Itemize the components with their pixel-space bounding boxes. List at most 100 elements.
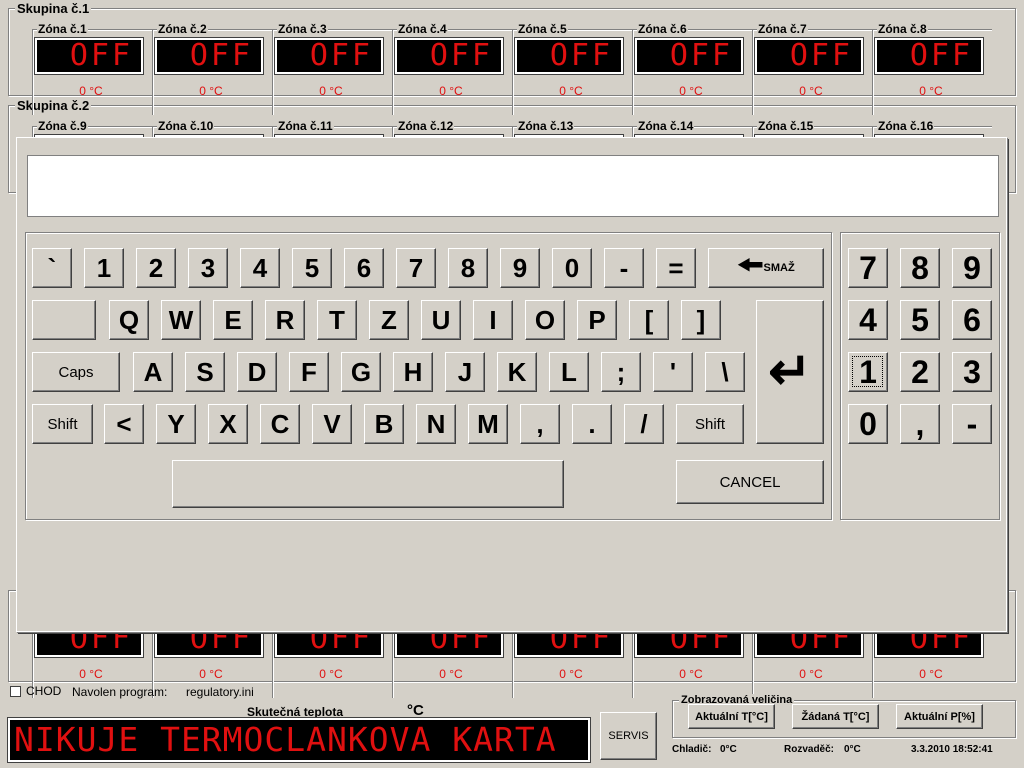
key[interactable]: Q	[109, 300, 149, 340]
key[interactable]: K	[497, 352, 537, 392]
set-temp-button[interactable]: Žádaná T[°C]	[792, 704, 879, 729]
key[interactable]: L	[549, 352, 589, 392]
numpad-key[interactable]: 0	[848, 404, 888, 444]
zone-title: Zóna č.16	[877, 119, 935, 133]
key[interactable]: A	[133, 352, 173, 392]
zone-temperature: 0 °C	[439, 84, 463, 98]
key[interactable]: B	[364, 404, 404, 444]
key[interactable]: S	[185, 352, 225, 392]
zone: Zóna č.7 OFF 0 °C	[752, 22, 872, 115]
key[interactable]: U	[421, 300, 461, 340]
key[interactable]: Z	[369, 300, 409, 340]
numpad-key[interactable]: 4	[848, 300, 888, 340]
chod-checkbox[interactable]	[10, 686, 21, 697]
key[interactable]: 3	[188, 248, 228, 288]
enter-icon: ↵	[768, 343, 812, 401]
zone: Zóna č.1 OFF 0 °C	[32, 22, 152, 115]
key[interactable]: 9	[500, 248, 540, 288]
zone-led-display: OFF	[34, 37, 144, 75]
key[interactable]: V	[312, 404, 352, 444]
keyboard-dialog: ` 1 2 3 4 5 6 7 8 9 0- = 🠘 SMAŽ Q W E R T Z U I O P[] ↵ Caps A S D F G…	[16, 137, 1007, 632]
servis-button[interactable]: SERVIS	[600, 712, 657, 760]
numpad-key[interactable]: 2	[900, 352, 940, 392]
key[interactable]: Y	[156, 404, 196, 444]
key[interactable]: I	[473, 300, 513, 340]
key[interactable]: \	[705, 352, 745, 392]
unit-label: °C	[407, 702, 424, 719]
key[interactable]: 6	[344, 248, 384, 288]
numpad-key[interactable]: 9	[952, 248, 992, 288]
numpad-key[interactable]: 8	[900, 248, 940, 288]
numpad-key[interactable]: ,	[900, 404, 940, 444]
zone-led-display: OFF	[874, 37, 984, 75]
zone: Zóna č.4 OFF 0 °C	[392, 22, 512, 115]
key[interactable]: N	[416, 404, 456, 444]
shift-left-key[interactable]: Shift	[32, 404, 93, 444]
zone-temperature: 0 °C	[199, 667, 223, 681]
key[interactable]: W	[161, 300, 201, 340]
zone-title: Zóna č.13	[517, 119, 575, 133]
key[interactable]: R	[265, 300, 305, 340]
zone-title: Zóna č.3	[277, 22, 328, 36]
key[interactable]: 8	[448, 248, 488, 288]
numpad-key[interactable]: 1	[848, 352, 888, 392]
key[interactable]: P	[577, 300, 617, 340]
numpad-key[interactable]: 3	[952, 352, 992, 392]
key[interactable]: H	[393, 352, 433, 392]
zone-temperature: 0 °C	[79, 667, 103, 681]
enter-key[interactable]: ↵	[756, 300, 824, 444]
key[interactable]: 0	[552, 248, 592, 288]
key[interactable]: F	[289, 352, 329, 392]
key[interactable]: ;	[601, 352, 641, 392]
key[interactable]: 1	[84, 248, 124, 288]
key[interactable]: 2	[136, 248, 176, 288]
space-key[interactable]	[172, 460, 564, 508]
blank-key[interactable]	[32, 300, 96, 340]
key[interactable]: 7	[396, 248, 436, 288]
key[interactable]: D	[237, 352, 277, 392]
key[interactable]: ]	[681, 300, 721, 340]
zone-led-display: OFF	[514, 37, 624, 75]
key[interactable]: `	[32, 248, 72, 288]
caps-key[interactable]: Caps	[32, 352, 120, 392]
numpad-key[interactable]: 6	[952, 300, 992, 340]
key[interactable]: J	[445, 352, 485, 392]
key[interactable]: G	[341, 352, 381, 392]
zone-temperature: 0 °C	[319, 84, 343, 98]
zone-title: Zóna č.12	[397, 119, 455, 133]
actual-power-button[interactable]: Aktuální P[%]	[896, 704, 983, 729]
actual-temp-button[interactable]: Aktuální T[°C]	[688, 704, 775, 729]
zone-led-display: OFF	[274, 37, 384, 75]
chladic-value: 0°C	[720, 744, 737, 755]
numpad-key[interactable]: 5	[900, 300, 940, 340]
key[interactable]: 4	[240, 248, 280, 288]
backspace-key[interactable]: 🠘 SMAŽ	[708, 248, 824, 288]
key[interactable]: M	[468, 404, 508, 444]
shift-right-key[interactable]: Shift	[676, 404, 744, 444]
key[interactable]: =	[656, 248, 696, 288]
key[interactable]: -	[604, 248, 644, 288]
key[interactable]: '	[653, 352, 693, 392]
zone-temperature: 0 °C	[559, 667, 583, 681]
zone-title: Zóna č.5	[517, 22, 568, 36]
key[interactable]: O	[525, 300, 565, 340]
numpad-key[interactable]: -	[952, 404, 992, 444]
numpad-key[interactable]: 7	[848, 248, 888, 288]
key[interactable]: /	[624, 404, 664, 444]
key[interactable]: .	[572, 404, 612, 444]
key[interactable]: <	[104, 404, 144, 444]
key[interactable]: ,	[520, 404, 560, 444]
key[interactable]: T	[317, 300, 357, 340]
key[interactable]: X	[208, 404, 248, 444]
key[interactable]: E	[213, 300, 253, 340]
keyboard-input[interactable]	[27, 155, 999, 217]
key[interactable]: [	[629, 300, 669, 340]
key[interactable]: C	[260, 404, 300, 444]
zone-title: Zóna č.15	[757, 119, 815, 133]
key[interactable]: 5	[292, 248, 332, 288]
cancel-button[interactable]: CANCEL	[676, 460, 824, 504]
zone-temperature: 0 °C	[79, 84, 103, 98]
zone-temperature: 0 °C	[439, 667, 463, 681]
zone-temperature: 0 °C	[679, 667, 703, 681]
zone: Zóna č.6 OFF 0 °C	[632, 22, 752, 115]
